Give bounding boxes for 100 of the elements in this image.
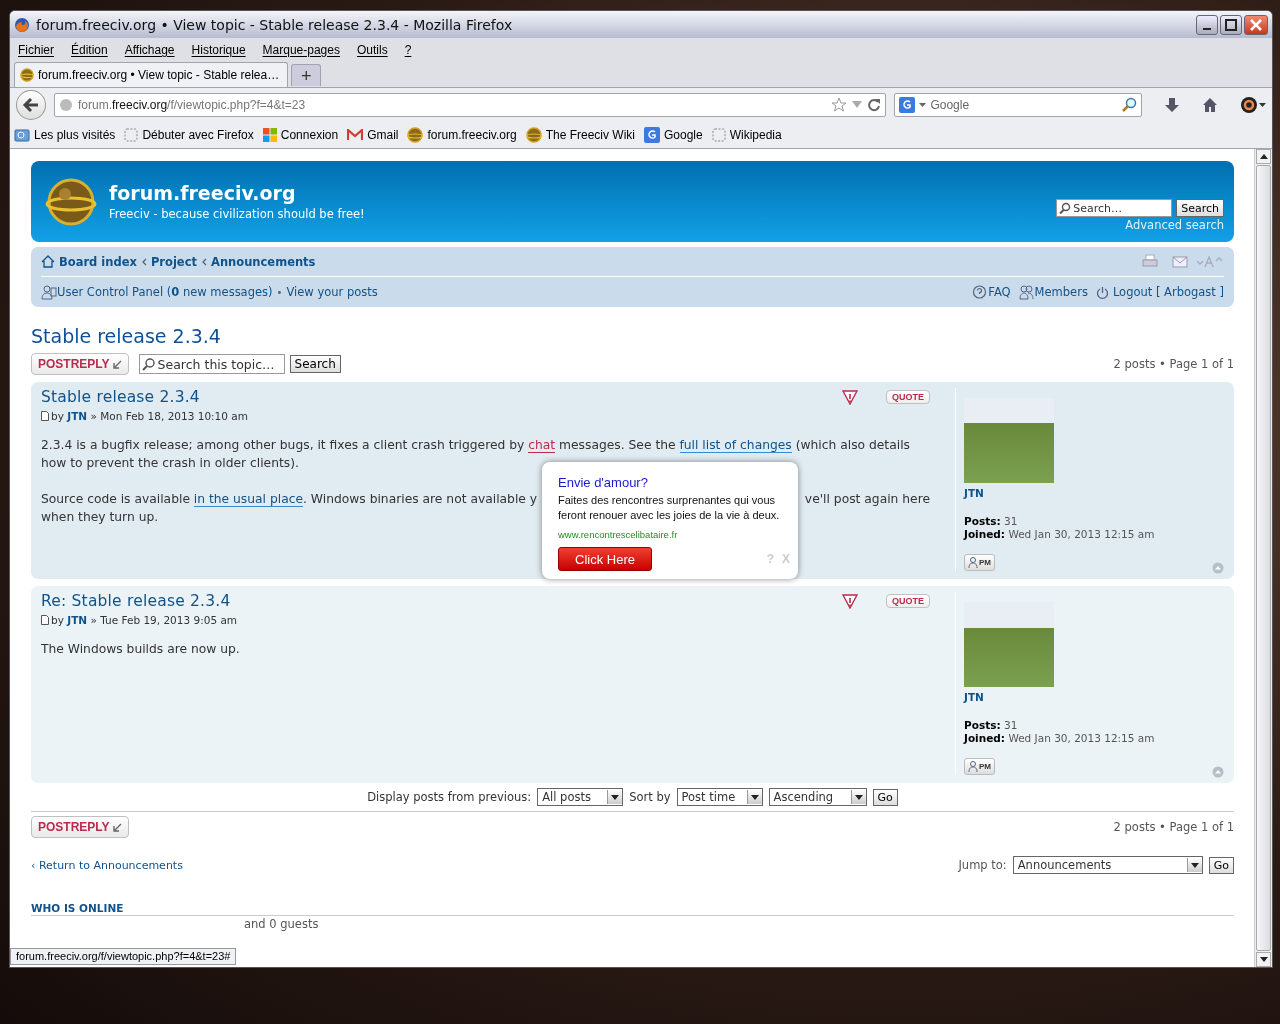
dropdown-icon[interactable]	[919, 102, 927, 108]
pm-button[interactable]: PM	[964, 554, 995, 571]
ad-title[interactable]: Envie d'amour?	[558, 475, 790, 490]
new-tab-button[interactable]: +	[291, 64, 322, 86]
joined-date: Joined: Wed Jan 30, 2013 12:15 am	[964, 528, 1155, 540]
online-text: and 0 guests	[244, 917, 320, 931]
user-control-panel-link[interactable]: User Control Panel (0 new messages)	[57, 285, 273, 299]
warning-icon[interactable]	[842, 389, 858, 405]
ad-url[interactable]: www.rencontrescelibataire.fr	[558, 529, 790, 540]
user-icon	[968, 761, 978, 772]
post-byline: by JTN » Tue Feb 19, 2013 9:05 am	[51, 614, 238, 626]
site-title[interactable]: forum.freeciv.org	[109, 182, 1045, 204]
bookmark-item[interactable]: The Freeciv Wiki	[525, 127, 635, 143]
breadcrumb-link[interactable]: Announcements	[211, 254, 316, 269]
dropdown-icon	[750, 794, 759, 800]
post-paragraph: 2.3.4 is a bugfix release; among other bugs, it fixes a client crash triggered by chat messages. See the full list of changes (which also details how to prevent the crash in older clients).	[41, 437, 911, 472]
bookmark-item[interactable]: Débuter avec Firefox	[124, 128, 254, 142]
members-link[interactable]: Members	[1034, 285, 1088, 299]
folder-icon	[14, 128, 30, 142]
dropdown-icon	[611, 794, 620, 800]
pagination-text: 2 posts • Page 1 of 1	[1113, 357, 1234, 371]
help-icon	[972, 284, 988, 300]
period-select[interactable]: All posts	[537, 788, 624, 806]
favicon-icon	[20, 68, 34, 82]
menu-item[interactable]: Édition	[71, 42, 108, 57]
menu-item[interactable]: Affichage	[124, 42, 175, 57]
post-reply-button[interactable]: POSTREPLY	[31, 353, 129, 375]
faq-link[interactable]: FAQ	[988, 285, 1011, 299]
menu-item[interactable]: Outils	[356, 42, 388, 57]
view-posts-link[interactable]: View your posts	[286, 285, 378, 299]
search-field[interactable]: Search this topic…	[138, 354, 285, 374]
text-link[interactable]: full list of changes	[679, 438, 792, 453]
minimize-icon	[1203, 27, 1211, 30]
chevron-icon	[140, 257, 147, 266]
close-icon	[1250, 18, 1262, 31]
order-select[interactable]: Ascending	[768, 788, 867, 806]
bookmark-item[interactable]: Connexion	[262, 128, 339, 142]
return-link[interactable]: ‹ Return to Announcements	[31, 858, 183, 872]
bookmark-item[interactable]: Gmail	[347, 128, 399, 142]
breadcrumb-link[interactable]: Board index	[59, 254, 137, 269]
search-field[interactable]: Google	[894, 93, 1142, 117]
maximize-button[interactable]	[1220, 14, 1242, 35]
post-title[interactable]: Re: Stable release 2.3.4	[41, 592, 231, 610]
post-reply-button[interactable]: POSTREPLY	[31, 816, 129, 838]
addon-icon[interactable]	[1240, 96, 1266, 114]
breadcrumb-link[interactable]: Project	[150, 254, 197, 269]
back-button[interactable]	[16, 90, 46, 120]
address-bar[interactable]: forum.freeciv.org/f/viewtopic.php?f=4&t=23	[53, 93, 887, 117]
maximize-icon	[1225, 18, 1237, 31]
menu-item[interactable]: Historique	[191, 42, 246, 57]
menu-item[interactable]: Fichier	[18, 42, 54, 57]
user-icon	[968, 557, 978, 568]
bookmark-item[interactable]: Google	[643, 127, 703, 143]
search-field[interactable]: Search…	[1056, 199, 1173, 217]
post-icon	[41, 615, 49, 625]
scroll-up-button[interactable]	[1256, 149, 1271, 164]
star-icon[interactable]	[831, 97, 848, 113]
bookmark-item[interactable]: Wikipedia	[711, 128, 782, 142]
text-link[interactable]: in the usual place	[193, 492, 303, 507]
window-title: forum.freeciv.org • View topic - Stable release 2.3.4 - Mozilla Firefox	[36, 16, 514, 33]
bookmark-item[interactable]: Les plus visités	[14, 128, 116, 142]
bookmark-item[interactable]: forum.freeciv.org	[407, 127, 517, 143]
posts-count: Posts: 31	[964, 719, 1018, 731]
quote-button[interactable]: QUOTE	[886, 594, 930, 608]
sort-label: Sort by	[629, 790, 671, 804]
site-tagline: Freeciv - because civilization should be free!	[109, 207, 366, 221]
minimize-button[interactable]	[1196, 14, 1218, 35]
logout-link[interactable]: Logout [ Arbogast ]	[1112, 285, 1224, 299]
menu-item[interactable]: Marque-pages	[262, 42, 340, 57]
author-name[interactable]: JTN	[964, 691, 984, 703]
search-button[interactable]: Search	[289, 355, 341, 373]
search-icon	[141, 357, 156, 371]
author-name[interactable]: JTN	[964, 487, 984, 499]
click-here-button[interactable]: Click Here	[558, 547, 652, 571]
search-icon[interactable]	[1121, 97, 1137, 113]
warning-icon[interactable]	[842, 593, 858, 609]
globe-icon	[58, 98, 73, 112]
home-icon[interactable]	[1202, 97, 1218, 113]
browser-tab[interactable]: forum.freeciv.org • View topic - Stable relea…	[14, 62, 289, 87]
posts-count: Posts: 31	[964, 515, 1018, 527]
jump-select[interactable]: Announcements	[1012, 856, 1203, 874]
sort-select[interactable]: Post time	[676, 788, 763, 806]
highlighted-link[interactable]: chat	[528, 438, 556, 453]
go-button[interactable]: Go	[1208, 856, 1234, 874]
post-text: ve'll post again here	[804, 491, 930, 508]
download-icon[interactable]	[1164, 97, 1180, 113]
scroll-down-button[interactable]	[1256, 952, 1271, 967]
quote-button[interactable]: QUOTE	[886, 390, 930, 404]
close-button[interactable]	[1244, 14, 1268, 35]
topic-title[interactable]: Stable release 2.3.4	[31, 325, 221, 347]
scrollbar-thumb[interactable]	[1256, 165, 1271, 951]
menu-item[interactable]: ?	[404, 42, 412, 57]
go-button[interactable]: Go	[872, 788, 898, 806]
post-title[interactable]: Stable release 2.3.4	[41, 388, 200, 406]
reload-icon[interactable]	[867, 98, 882, 112]
post-text: Source code is available in the usual place. Windows binaries are not available y	[41, 491, 538, 508]
separator-dot: •	[276, 286, 283, 298]
globe-icon	[525, 127, 542, 143]
pm-button[interactable]: PM	[964, 758, 995, 775]
search-button[interactable]: Search	[1176, 199, 1224, 217]
